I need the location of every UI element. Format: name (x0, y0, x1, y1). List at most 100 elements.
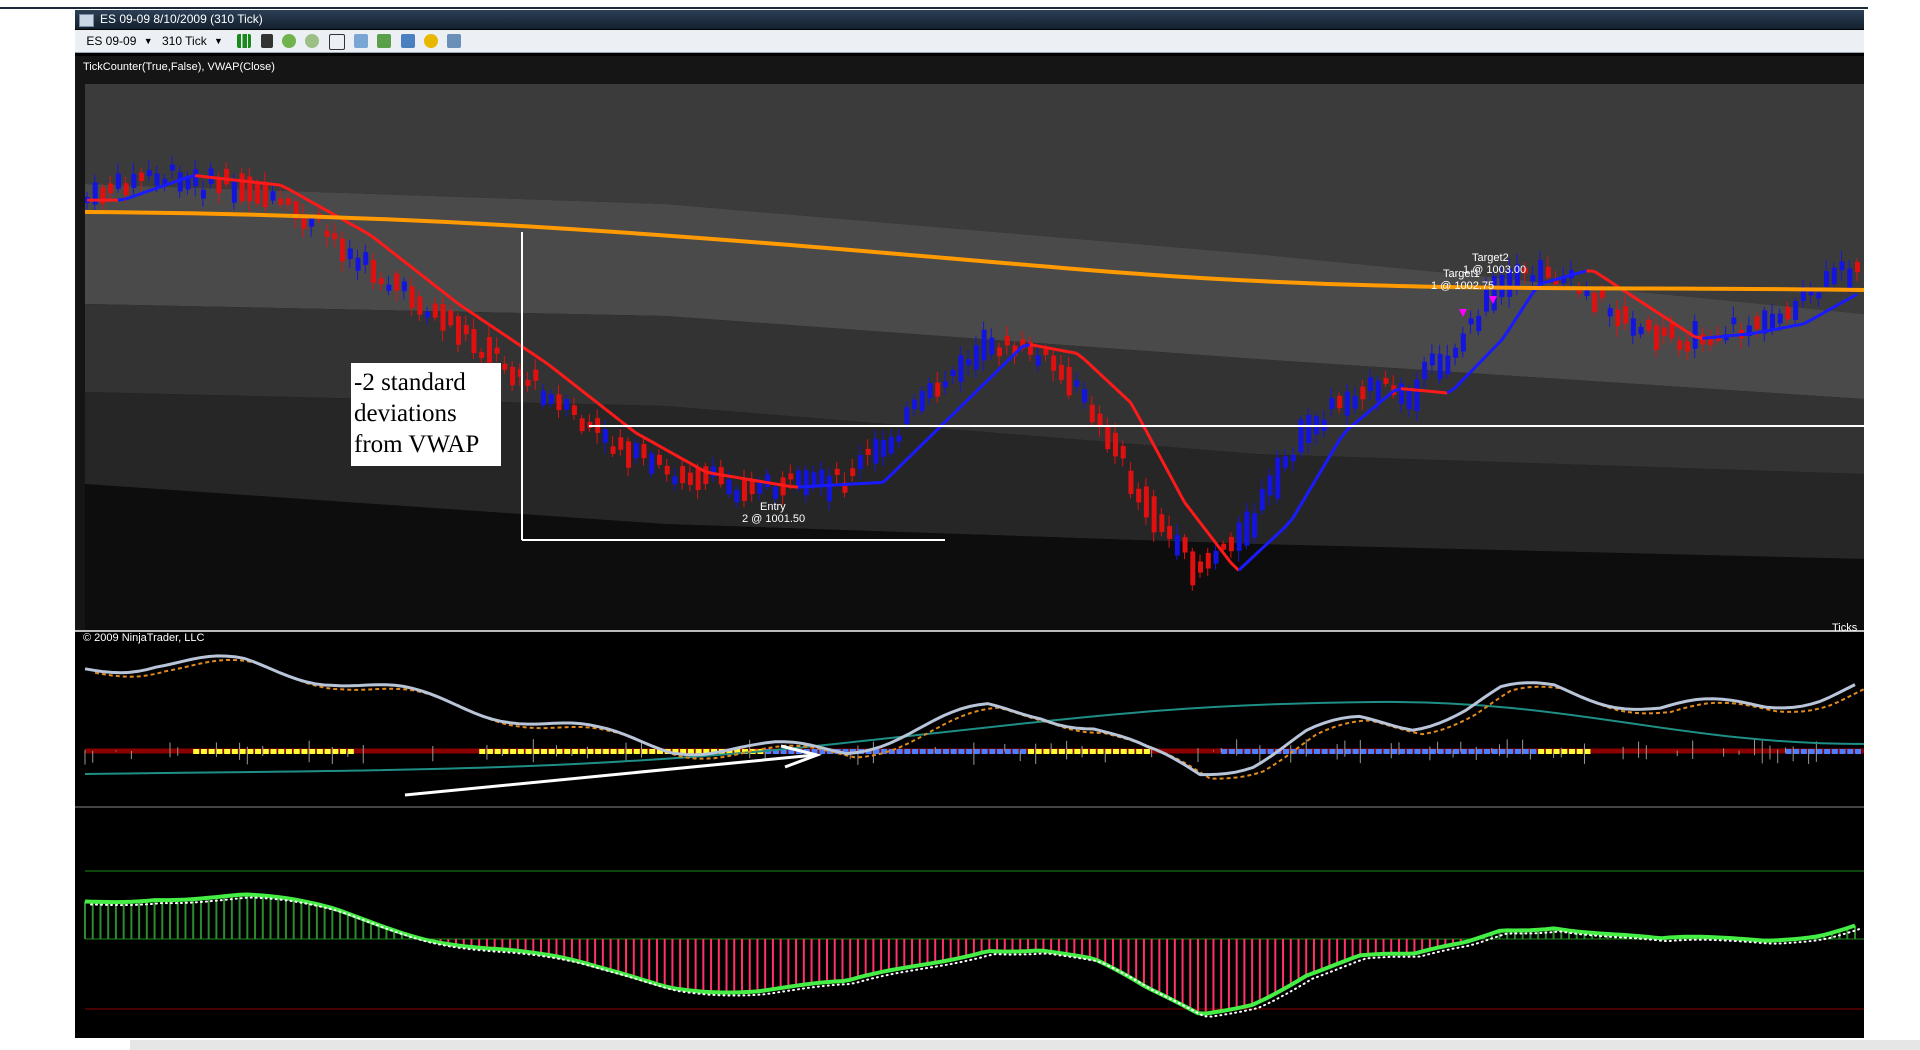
moving-average-line (272, 182, 281, 187)
candle-body (888, 437, 894, 454)
moving-average-line (249, 180, 258, 185)
candle-body (378, 278, 384, 285)
candle-body (966, 359, 972, 366)
moving-average-line (210, 175, 219, 180)
candle-body (432, 303, 438, 318)
oscillator-dot (1398, 749, 1405, 754)
oscillator-dot (1522, 749, 1529, 754)
candle-body (1136, 488, 1142, 503)
candle-body (1066, 366, 1072, 396)
candle-body (865, 448, 871, 455)
candle-body (1530, 275, 1536, 282)
table-icon[interactable] (447, 34, 462, 48)
candle-body (1375, 380, 1381, 401)
moving-average-line (187, 174, 196, 179)
oscillator-dot (602, 749, 609, 754)
candle-body (340, 238, 346, 262)
toolbar: ES 09-09 ▼ 310 Tick ▼ (75, 30, 1864, 53)
oscillator-dot (1221, 749, 1228, 754)
oscillator-panel-bg (75, 634, 1864, 806)
moving-average-line (1400, 387, 1409, 391)
properties-icon[interactable] (354, 34, 369, 48)
candle-body (602, 429, 608, 443)
oscillator-dot (1375, 749, 1382, 754)
candle-body (1638, 326, 1644, 335)
zoom-out-icon[interactable] (305, 34, 320, 48)
moving-average-line (712, 472, 722, 477)
oscillator-dot (1035, 749, 1042, 754)
oscillator-dot (1228, 749, 1235, 754)
pencil-icon[interactable] (260, 34, 273, 48)
oscillator-dot (1561, 749, 1568, 754)
candle-body (556, 394, 562, 411)
candle-body (1167, 526, 1173, 539)
oscillator-dot (981, 749, 988, 754)
moving-average-line (1068, 350, 1077, 355)
candle-body (463, 325, 469, 335)
oscillator-dot (255, 749, 262, 754)
instrument-selector[interactable]: ES 09-09 (86, 30, 136, 52)
chevron-down-icon[interactable]: ▼ (144, 30, 153, 52)
moving-average-line (1794, 322, 1804, 328)
candle-body (680, 466, 686, 484)
interval-selector[interactable]: 310 Tick (162, 30, 207, 52)
candle-body (139, 172, 145, 182)
oscillator-dot (1344, 749, 1351, 754)
candle-body (649, 453, 655, 474)
oscillator-dot (525, 749, 532, 754)
candlestick-icon[interactable] (237, 34, 252, 48)
oscillator-dot (626, 749, 633, 754)
candle-body (1445, 355, 1451, 375)
annotation-line: from VWAP (354, 431, 480, 458)
candle-body (997, 347, 1003, 357)
oscillator-dot (1453, 749, 1460, 754)
candle-body (1283, 456, 1289, 468)
crosshair-icon[interactable] (328, 34, 345, 50)
chart-area[interactable]: 11:2911:3911:5312:0512:2612:3212:4312:54… (75, 54, 1864, 1038)
candle-body (255, 182, 261, 204)
clock-icon[interactable] (424, 34, 439, 48)
candle-body (486, 337, 492, 363)
candle-body (386, 284, 392, 291)
candle-body (332, 233, 338, 240)
candle-body (1198, 561, 1204, 573)
moving-average-line (117, 197, 126, 202)
oscillator-dot (1259, 749, 1266, 754)
candle-body (942, 381, 948, 388)
candle-body (857, 454, 863, 470)
chart-icon[interactable] (400, 34, 415, 48)
candle-body (1654, 325, 1660, 350)
moving-average-line (1725, 333, 1734, 338)
moving-average-line (1431, 390, 1440, 394)
oscillator-dot (927, 749, 934, 754)
oscillator-dot (301, 749, 308, 754)
candle-body (1824, 271, 1830, 287)
oscillator-dot (278, 749, 285, 754)
candle-body (1267, 475, 1273, 496)
candle-body (1731, 317, 1737, 325)
candle-body (1004, 335, 1010, 346)
oscillator-dot (216, 749, 223, 754)
moving-average-line (1710, 335, 1719, 340)
candle-body (1615, 309, 1621, 327)
oscillator-dot (1514, 749, 1521, 754)
candle-body (471, 329, 477, 353)
candle-body (981, 329, 987, 361)
moving-average-line (1702, 336, 1711, 340)
candle-body (664, 465, 670, 475)
zoom-in-icon[interactable] (282, 34, 296, 48)
annotation-line: -2 standard (354, 369, 466, 396)
candle-body (989, 337, 995, 355)
candle-body (1236, 522, 1242, 551)
oscillator-dot (262, 749, 269, 754)
candle-body (146, 170, 152, 177)
annotation-line: deviations (354, 400, 457, 427)
moving-average-line (766, 481, 776, 486)
candle-body (765, 474, 771, 488)
chevron-down-icon[interactable]: ▼ (214, 30, 223, 52)
data-box-icon[interactable] (377, 34, 392, 48)
candle-body (726, 479, 732, 495)
oscillator-dot (1236, 749, 1243, 754)
moving-average-line (1029, 343, 1038, 348)
candle-body (1646, 319, 1652, 331)
